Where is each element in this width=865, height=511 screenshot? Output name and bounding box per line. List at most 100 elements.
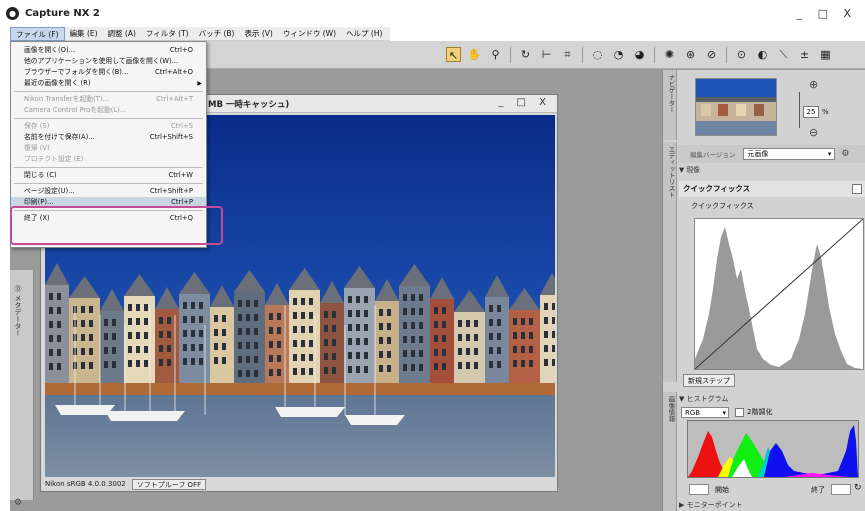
dodge-icon[interactable]: ◔ (611, 47, 626, 62)
auto-retouch-icon[interactable]: ⊛ (683, 47, 698, 62)
file-menu-item[interactable]: 画像を開く(O)... Ctrl+O (11, 45, 206, 56)
house-window (128, 332, 132, 339)
window-controls[interactable]: _ □ X (797, 7, 857, 20)
house-window (387, 365, 391, 372)
house-window (356, 310, 360, 317)
navigator-tab[interactable]: ナビゲーター (663, 70, 677, 140)
house-window (309, 340, 313, 347)
house-window (332, 353, 336, 360)
quick-fix-sub-label: クイックフィックス (691, 202, 754, 210)
menu-item[interactable]: ウィンドウ (W) (278, 27, 341, 41)
file-menu-item[interactable]: Nikon Transferを起動(T)... Ctrl+Alt+T (11, 94, 206, 105)
menu-item[interactable]: 表示 (V) (239, 27, 277, 41)
zoom-input[interactable]: 25 (803, 106, 819, 118)
house-window (159, 317, 163, 324)
red-eye-icon[interactable]: ◌ (590, 47, 605, 62)
file-menu-item[interactable]: Camera Control Proを起動(L)... (11, 105, 206, 116)
house-window (254, 328, 258, 335)
house-window (544, 317, 548, 324)
house-window (191, 344, 195, 351)
end-input[interactable] (831, 484, 851, 495)
house-window (246, 328, 250, 335)
plus-minus-icon[interactable]: ± (797, 47, 812, 62)
version-select[interactable]: 元画像 ▾ (743, 148, 836, 160)
file-menu-item[interactable]: ページ設定(U)... Ctrl+Shift+P (11, 186, 206, 197)
rotate-icon[interactable]: ↻ (518, 47, 533, 62)
histogram-header[interactable]: ▼ ヒストグラム (679, 394, 865, 405)
print-highlight-box (10, 206, 223, 245)
zoom-icon[interactable]: ⚲ (488, 47, 503, 62)
tone-checkbox[interactable] (735, 407, 744, 417)
selection-control-point-icon[interactable]: ⊙ (734, 47, 749, 62)
end-label: 終了 (811, 486, 825, 494)
menu-item[interactable]: 調整 (A) (103, 27, 141, 41)
zoom-in-icon[interactable]: ⊕ (809, 78, 818, 91)
house-window (403, 322, 407, 329)
house-window (466, 320, 470, 327)
lasso-icon[interactable]: ⊘ (704, 47, 719, 62)
metadata-tab[interactable]: Ⓓ メタデーター (13, 285, 23, 336)
curves-histogram[interactable] (694, 218, 864, 370)
file-menu-item[interactable]: 保存 (S) Ctrl+S (11, 121, 206, 132)
house-window (387, 351, 391, 358)
menu-item[interactable]: バッチ (B) (194, 27, 240, 41)
burn-icon[interactable]: ◕ (632, 47, 647, 62)
house-window (348, 310, 352, 317)
file-menu-item[interactable]: ブラウザーでフォルダを開く(B)... Ctrl+Alt+O (11, 67, 206, 78)
development-section[interactable]: ▼ 現像 (679, 164, 865, 176)
house-window (434, 335, 438, 342)
zoom-slider[interactable] (799, 92, 800, 128)
crop-icon[interactable]: ⌗ (560, 47, 575, 62)
house-window (144, 304, 148, 311)
house-window (183, 302, 187, 309)
levels-icon[interactable]: ▦ (818, 47, 833, 62)
soft-proof-button[interactable]: ソフトプルーフ OFF (131, 478, 207, 490)
menu-item-shortcut: Ctrl+Shift+S (149, 133, 193, 141)
monitor-point-header[interactable]: ▶ モニターポイント (679, 500, 865, 511)
channel-select[interactable]: RGB ▾ (681, 406, 729, 418)
quick-fix-checkbox[interactable] (852, 184, 862, 194)
menu-item[interactable]: フィルタ (T) (141, 27, 194, 41)
file-menu-item[interactable]: 名前を付けて保存(A)... Ctrl+Shift+S (11, 132, 206, 143)
house-window (199, 358, 203, 365)
right-panel: ナビゲーター ⊕ 25 % ⊖ エディットリスト 編集バージョン 元画像 ▾ ⚙ … (662, 70, 865, 511)
zoom-out-icon[interactable]: ⊖ (809, 126, 818, 139)
navigator-thumbnail[interactable] (695, 78, 777, 136)
select-arrow-icon[interactable]: ↖ (446, 47, 461, 62)
house-window (403, 336, 407, 343)
version-value: 元画像 (747, 150, 769, 158)
file-menu-item[interactable]: 復帰 (V) (11, 143, 206, 154)
new-step-button[interactable]: 新規ステップ (683, 374, 735, 387)
file-menu-item[interactable]: プロテクト設定 (E) (11, 154, 206, 165)
edit-list-tab[interactable]: エディットリスト (663, 142, 677, 382)
options-gear-icon[interactable]: ⚙ (841, 149, 849, 159)
file-menu-item[interactable]: 他のアプリケーションを使用して画像を開く(W)... (11, 56, 206, 67)
file-menu-item[interactable]: 最近の画像を開く (R) ▶ (11, 78, 206, 89)
color-control-point-icon[interactable]: ✺ (662, 47, 677, 62)
menu-item-shortcut: Ctrl+W (168, 171, 193, 179)
straighten-icon[interactable]: ⊢ (539, 47, 554, 62)
menu-item[interactable]: 編集 (E) (65, 27, 103, 41)
house-window (544, 345, 548, 352)
reset-icon[interactable]: ↻ (854, 483, 862, 493)
document-window-controls[interactable]: _ □ X (498, 97, 551, 108)
menu-item-label: 保存 (S) (24, 122, 50, 130)
start-input[interactable] (689, 484, 709, 495)
house-window (348, 366, 352, 373)
quick-fix-header[interactable]: クイックフィックス (679, 181, 865, 197)
house-window (277, 369, 281, 376)
image-info-tab[interactable]: 画像情報 (663, 392, 677, 511)
hand-icon[interactable]: ✋ (467, 47, 482, 62)
house-window (419, 350, 423, 357)
gradient-icon[interactable]: ◐ (755, 47, 770, 62)
menu-divider (14, 118, 203, 119)
menu-item[interactable]: ファイル (F) (10, 26, 65, 41)
menu-item[interactable]: ヘルプ (H) (341, 27, 387, 41)
house-window (49, 293, 53, 300)
tone-label: 2階調化 (747, 408, 773, 416)
selection-brush-icon[interactable]: ⟍ (776, 47, 791, 62)
house-window (112, 333, 116, 340)
settings-gear-icon[interactable]: ⚙ (14, 498, 22, 508)
house-window (411, 350, 415, 357)
file-menu-item[interactable]: 閉じる (C) Ctrl+W (11, 170, 206, 181)
